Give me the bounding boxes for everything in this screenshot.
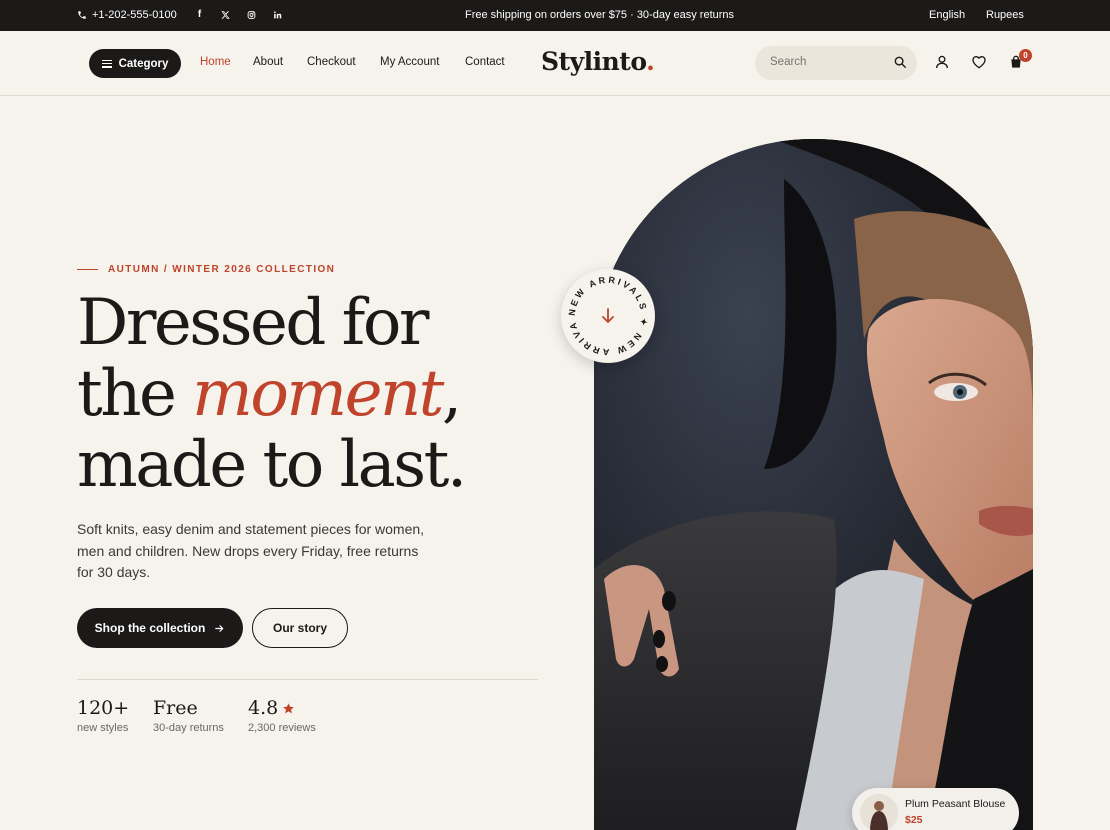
arrow-right-icon [215,624,224,632]
main-header: Category Home About Checkout My Account … [0,31,1110,96]
facebook-icon[interactable]: f [195,9,204,20]
our-story-button[interactable]: Our story [252,608,348,648]
hero-headline: Dressed for the moment, made to last. [77,288,547,501]
top-bar: +1-202-555-0100 f Free shipping on order… [0,0,1110,31]
linkedin-icon[interactable] [273,9,282,20]
hero-model-image [594,139,1033,830]
stat-label: 30-day returns [153,722,224,734]
phone-icon [78,11,86,19]
shop-collection-button[interactable]: Shop the collection [77,608,243,648]
stat-rating-row: 4.8 [248,697,316,719]
category-button[interactable]: Category [89,49,181,78]
site-logo[interactable]: Stylinto. [541,47,655,76]
language-selector[interactable]: English [929,9,965,21]
x-icon[interactable] [221,9,230,20]
cart-count-badge: 0 [1019,49,1032,62]
nav-my-account[interactable]: My Account [380,56,439,68]
badge-circular-text: NEW ARRIVALS ✦ NEW ARRIVALS ✦ [561,269,649,357]
headline-comma: , [441,357,462,431]
stat-value: 4.8 [248,697,279,719]
instagram-icon[interactable] [247,9,256,20]
phone-number: +1-202-555-0100 [92,9,177,21]
currency-selector[interactable]: Rupees [986,9,1024,21]
stat-value: Free [153,697,198,719]
product-thumbnail [860,794,898,830]
eyebrow-text: AUTUMN / WINTER 2026 COLLECTION [108,264,336,275]
headline-line-2-start: the [77,357,193,431]
stats-divider [77,679,538,680]
nav-home[interactable]: Home [200,56,231,68]
user-icon[interactable] [934,54,950,70]
featured-product-card[interactable]: Plum Peasant Blouse $25 [852,788,1019,830]
product-name: Plum Peasant Blouse [905,798,1006,810]
phone-contact[interactable]: +1-202-555-0100 [77,9,177,21]
search-input[interactable] [770,56,890,68]
stat-label: 2,300 reviews [248,722,316,734]
stat-rating: 4.8 2,300 reviews [248,697,316,734]
social-links: f [195,9,282,20]
eyebrow-line [77,268,98,271]
search-bar [755,46,917,80]
product-price: $25 [905,814,923,826]
headline-line-3: made to last. [77,428,467,502]
nav-contact[interactable]: Contact [465,56,505,68]
stat-styles: 120+ new styles [77,697,129,734]
heart-icon[interactable] [971,54,987,70]
stat-value: 120+ [77,697,130,719]
shop-collection-label: Shop the collection [94,621,206,635]
logo-dot: . [646,47,655,76]
headline-accent: moment [192,357,444,431]
menu-icon [101,59,112,68]
new-arrivals-badge[interactable]: NEW ARRIVALS ✦ NEW ARRIVALS ✦ [556,261,655,363]
category-label: Category [118,57,169,70]
nav-checkout[interactable]: Checkout [307,56,356,68]
stat-returns: Free 30-day returns [153,697,224,734]
headline-line-1: Dressed for [77,286,429,360]
nav-about[interactable]: About [253,56,283,68]
arrow-down-icon [602,308,614,323]
stat-label: new styles [77,722,129,734]
hero-description: Soft knits, easy denim and statement pie… [77,521,425,580]
promo-text: Free shipping on orders over $75 · 30-da… [465,9,735,21]
star-icon [283,702,295,713]
collection-eyebrow: AUTUMN / WINTER 2026 COLLECTION [77,264,335,275]
search-icon[interactable] [893,55,907,69]
logo-text: Stylinto [541,47,647,76]
